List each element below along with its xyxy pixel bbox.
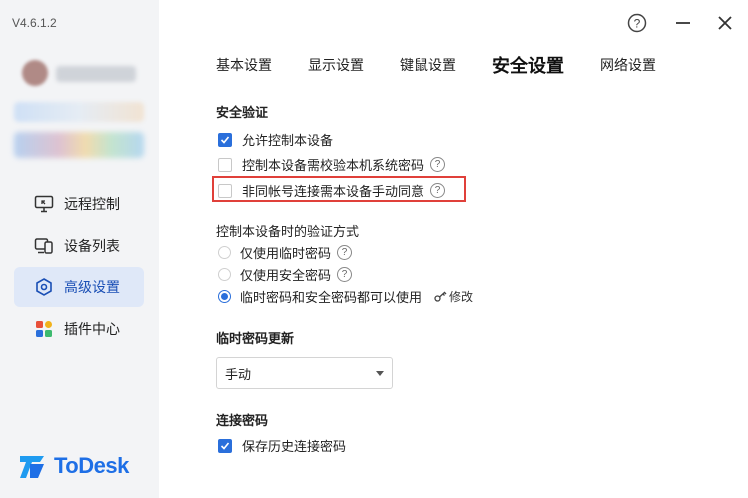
allow-control-option[interactable]: 允许控制本设备 bbox=[218, 130, 333, 149]
sidebar-item-label: 高级设置 bbox=[64, 279, 120, 295]
sidebar-item-device-list[interactable]: 设备列表 bbox=[14, 226, 144, 266]
auth-temp-only-label: 仅使用临时密码 bbox=[240, 246, 332, 261]
devices-icon bbox=[34, 236, 54, 256]
tab-security[interactable]: 安全设置 bbox=[492, 52, 564, 78]
todesk-logo: ToDesk bbox=[18, 452, 129, 480]
temp-password-update-select[interactable]: 手动 bbox=[216, 357, 393, 389]
minimize-button[interactable] bbox=[672, 12, 694, 34]
sidebar-item-advanced-settings[interactable]: 高级设置 bbox=[14, 267, 144, 307]
sidebar: V4.6.1.2 远程控制 设备列表 高级设置 插件中心 ToDesk bbox=[0, 0, 159, 498]
connection-password-title: 连接密码 bbox=[216, 413, 269, 428]
minimize-icon bbox=[676, 22, 690, 24]
auth-secure-only-radio[interactable] bbox=[218, 268, 231, 281]
verify-system-password-label: 控制本设备需校验本机系统密码 bbox=[242, 158, 425, 173]
auth-secure-only-label: 仅使用安全密码 bbox=[240, 268, 332, 283]
auth-both-radio[interactable] bbox=[218, 290, 231, 303]
auth-secure-only-option[interactable]: 仅使用安全密码 ? bbox=[218, 265, 353, 284]
user-name-blurred bbox=[56, 66, 136, 82]
tab-keyboard-mouse[interactable]: 键鼠设置 bbox=[400, 55, 456, 75]
sidebar-item-remote-control[interactable]: 远程控制 bbox=[14, 184, 144, 224]
save-history-option[interactable]: 保存历史连接密码 bbox=[218, 436, 346, 455]
allow-control-checkbox[interactable] bbox=[218, 132, 232, 147]
help-circle-icon: ? bbox=[627, 13, 647, 33]
banner-blurred[interactable] bbox=[14, 132, 144, 158]
settings-tabs: 基本设置 显示设置 键鼠设置 安全设置 网络设置 bbox=[216, 52, 692, 78]
monitor-icon bbox=[34, 194, 54, 214]
modify-password-link[interactable]: 修改 bbox=[434, 288, 473, 305]
sidebar-item-label: 设备列表 bbox=[64, 238, 120, 254]
help-button[interactable]: ? bbox=[626, 12, 648, 34]
temp-password-update-value: 手动 bbox=[225, 366, 252, 382]
temp-password-title: 临时密码更新 bbox=[216, 331, 295, 346]
modify-label: 修改 bbox=[449, 290, 474, 304]
auth-temp-only-radio[interactable] bbox=[218, 246, 231, 259]
sidebar-item-label: 插件中心 bbox=[64, 321, 120, 337]
svg-text:?: ? bbox=[634, 17, 641, 31]
version-label: V4.6.1.2 bbox=[12, 16, 57, 30]
caret-down-icon bbox=[376, 371, 384, 376]
auth-both-label: 临时密码和安全密码都可以使用 bbox=[240, 290, 423, 305]
auth-both-option[interactable]: 临时密码和安全密码都可以使用 修改 bbox=[218, 287, 473, 306]
tab-display[interactable]: 显示设置 bbox=[308, 55, 364, 75]
help-icon[interactable]: ? bbox=[337, 245, 353, 260]
checkmark-icon bbox=[220, 135, 230, 144]
auth-temp-only-option[interactable]: 仅使用临时密码 ? bbox=[218, 243, 353, 262]
allow-control-label: 允许控制本设备 bbox=[242, 133, 334, 148]
verify-system-password-checkbox[interactable] bbox=[218, 157, 232, 172]
verify-system-password-option[interactable]: 控制本设备需校验本机系统密码 ? bbox=[218, 155, 446, 174]
auth-method-title: 控制本设备时的验证方式 bbox=[216, 224, 360, 239]
key-icon bbox=[434, 291, 447, 302]
tab-basic[interactable]: 基本设置 bbox=[216, 55, 272, 75]
save-history-checkbox[interactable] bbox=[218, 438, 232, 453]
highlight-box bbox=[212, 176, 466, 202]
security-section-title: 安全验证 bbox=[216, 105, 269, 120]
todesk-logo-icon bbox=[20, 456, 44, 478]
sidebar-item-plugin-center[interactable]: 插件中心 bbox=[14, 309, 144, 349]
tab-network[interactable]: 网络设置 bbox=[600, 55, 656, 75]
sidebar-item-label: 远程控制 bbox=[64, 196, 120, 212]
hexagon-settings-icon bbox=[34, 277, 54, 297]
logo-text: ToDesk bbox=[54, 453, 129, 478]
plugin-grid-icon bbox=[34, 319, 54, 339]
help-icon[interactable]: ? bbox=[337, 267, 353, 282]
close-icon bbox=[718, 16, 732, 30]
close-button[interactable] bbox=[714, 12, 736, 34]
avatar[interactable] bbox=[22, 60, 48, 86]
save-history-label: 保存历史连接密码 bbox=[242, 439, 347, 454]
checkmark-icon bbox=[220, 441, 230, 450]
device-id-blurred bbox=[14, 102, 144, 122]
help-icon[interactable]: ? bbox=[430, 157, 446, 172]
